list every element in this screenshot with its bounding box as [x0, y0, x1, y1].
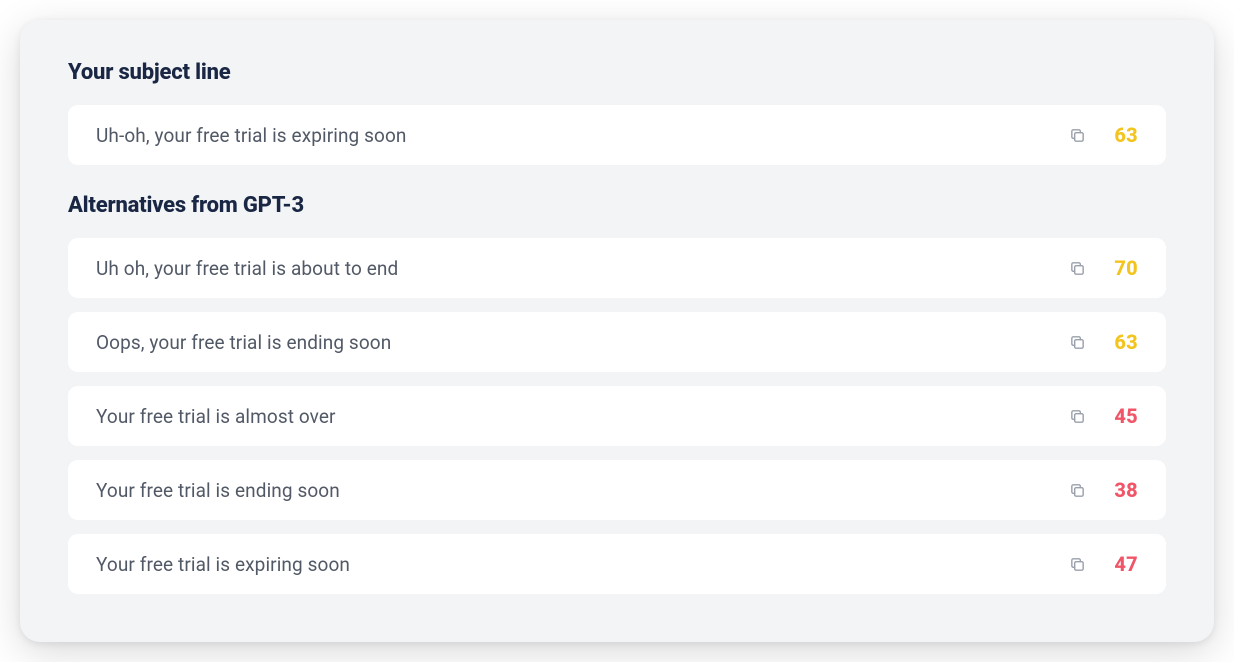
alternative-actions: 63: [1069, 330, 1138, 354]
alternative-actions: 45: [1069, 404, 1138, 428]
copy-icon[interactable]: [1069, 556, 1086, 573]
copy-icon[interactable]: [1069, 334, 1086, 351]
copy-icon[interactable]: [1069, 260, 1086, 277]
alternative-score: 47: [1108, 552, 1138, 576]
alternative-actions: 38: [1069, 478, 1138, 502]
results-card: Your subject line Uh-oh, your free trial…: [20, 20, 1214, 642]
alternative-text: Your free trial is ending soon: [96, 479, 340, 502]
alternative-row: Your free trial is almost over 45: [68, 386, 1166, 446]
alternative-row: Your free trial is ending soon 38: [68, 460, 1166, 520]
copy-icon[interactable]: [1069, 482, 1086, 499]
alternative-score: 45: [1108, 404, 1138, 428]
alternative-score: 70: [1108, 256, 1138, 280]
alternative-text: Oops, your free trial is ending soon: [96, 331, 391, 354]
copy-icon[interactable]: [1069, 408, 1086, 425]
subject-line-actions: 63: [1069, 123, 1138, 147]
subject-line-text: Uh-oh, your free trial is expiring soon: [96, 124, 407, 147]
alternatives-list: Uh oh, your free trial is about to end 70…: [68, 238, 1166, 594]
alternatives-heading: Alternatives from GPT-3: [68, 193, 1166, 218]
alternative-text: Uh oh, your free trial is about to end: [96, 257, 398, 280]
subject-line-heading: Your subject line: [68, 60, 1166, 85]
alternative-actions: 70: [1069, 256, 1138, 280]
subject-line-score: 63: [1108, 123, 1138, 147]
subject-line-row: Uh-oh, your free trial is expiring soon …: [68, 105, 1166, 165]
copy-icon[interactable]: [1069, 127, 1086, 144]
alternative-text: Your free trial is expiring soon: [96, 553, 350, 576]
alternative-row: Uh oh, your free trial is about to end 70: [68, 238, 1166, 298]
alternative-score: 63: [1108, 330, 1138, 354]
alternative-row: Oops, your free trial is ending soon 63: [68, 312, 1166, 372]
alternative-text: Your free trial is almost over: [96, 405, 336, 428]
alternative-score: 38: [1108, 478, 1138, 502]
alternative-row: Your free trial is expiring soon 47: [68, 534, 1166, 594]
alternative-actions: 47: [1069, 552, 1138, 576]
